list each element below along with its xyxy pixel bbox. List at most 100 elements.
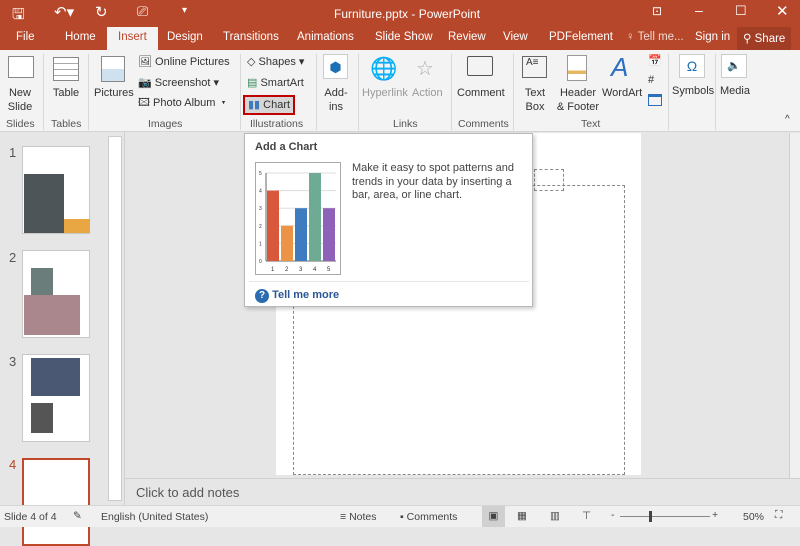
- tab-insert[interactable]: Insert: [107, 27, 158, 50]
- slide-thumbnail-4[interactable]: [22, 458, 90, 546]
- present-icon[interactable]: ⎚: [137, 3, 148, 20]
- comment-icon: ▪: [400, 511, 404, 523]
- chart-bar: [295, 208, 307, 261]
- language[interactable]: English (United States): [101, 511, 208, 523]
- screenshot-button[interactable]: 📷 Screenshot ▾: [138, 76, 219, 90]
- tab-home[interactable]: Home: [65, 31, 96, 43]
- minimize-button[interactable]: –: [695, 2, 703, 18]
- slide-number: 4: [9, 457, 17, 472]
- new-slide-icon: [8, 56, 34, 78]
- tab-slide-show[interactable]: Slide Show: [375, 31, 433, 43]
- tab-design[interactable]: Design: [167, 31, 203, 43]
- undo-icon[interactable]: ↶▾: [54, 3, 74, 21]
- notes-icon: ≡: [340, 511, 347, 523]
- sign-in-link[interactable]: Sign in: [695, 31, 730, 43]
- slideshow-icon[interactable]: ⊤: [582, 510, 591, 522]
- pictures-button[interactable]: Pictures: [94, 86, 134, 100]
- tab-pdfelement[interactable]: PDFelement: [549, 31, 613, 43]
- tab-view[interactable]: View: [503, 31, 528, 43]
- maximize-button[interactable]: ☐: [735, 3, 747, 19]
- object-icon[interactable]: [648, 94, 662, 106]
- comment-button[interactable]: Comment: [457, 86, 505, 100]
- chart-button[interactable]: ▮▮ Chart: [243, 95, 296, 115]
- slide-indicator: Slide 4 of 4: [4, 511, 57, 523]
- chart-tooltip: Add a Chart 0 1 2 3 4 5 1 2 3 4 5 Make it easy to …: [244, 133, 533, 307]
- chart-bar: [267, 190, 279, 261]
- online-pictures-button[interactable]: 🖼 Online Pictures: [138, 55, 230, 69]
- slide-scrollbar[interactable]: [789, 133, 800, 478]
- add-ins-button[interactable]: Add-ins: [320, 86, 352, 114]
- group-label-tables: Tables: [51, 118, 82, 130]
- date-time-icon[interactable]: 📅: [648, 54, 662, 67]
- close-button[interactable]: ✕: [776, 2, 789, 20]
- pictures-icon: [101, 56, 125, 82]
- symbols-button[interactable]: Symbols: [672, 84, 714, 98]
- shapes-button[interactable]: ◇ Shapes ▾: [247, 55, 304, 69]
- customize-qat-icon[interactable]: ▾: [182, 5, 187, 16]
- slide-thumbnail-1[interactable]: [22, 146, 90, 234]
- comments-toggle[interactable]: ▪ Comments: [400, 511, 457, 523]
- x-tick-label: 4: [313, 267, 317, 273]
- slide-sorter-icon[interactable]: ▦: [517, 510, 527, 522]
- tooltip-title: Add a Chart: [255, 141, 318, 153]
- wordart-icon: A: [611, 52, 629, 82]
- normal-view-icon[interactable]: ▣: [482, 506, 505, 527]
- spell-check-icon[interactable]: ✎: [73, 510, 82, 522]
- tell-me-more-link[interactable]: ? Tell me more: [255, 289, 339, 303]
- slide-number: 1: [9, 145, 17, 160]
- notes-placeholder[interactable]: Click to add notes: [136, 485, 239, 500]
- slide-thumbnail-2[interactable]: [22, 250, 90, 338]
- slide-number: 3: [9, 354, 17, 369]
- y-tick-label: 5: [259, 171, 262, 177]
- y-tick-label: 2: [259, 224, 262, 230]
- slide-number-icon[interactable]: #: [648, 74, 654, 86]
- header-footer-button[interactable]: Header & Footer: [555, 86, 601, 114]
- omega-icon: Ω: [679, 54, 705, 78]
- screenshot-icon: 📷: [138, 77, 152, 89]
- person-icon: ⚲: [743, 33, 752, 45]
- thumbnail-scrollbar[interactable]: [108, 136, 122, 501]
- window-title: Furniture.pptx - PowerPoint: [334, 7, 481, 21]
- ribbon-display-icon[interactable]: ⊡: [652, 4, 662, 18]
- group-label-slides: Slides: [6, 118, 35, 130]
- zoom-slider[interactable]: [620, 511, 710, 522]
- x-tick-label: 3: [299, 267, 303, 273]
- chart-preview: 0 1 2 3 4 5 1 2 3 4 5: [255, 162, 341, 275]
- zoom-out-button[interactable]: -: [611, 509, 615, 521]
- zoom-slider-thumb[interactable]: [649, 511, 652, 522]
- online-pictures-icon: 🖼: [138, 56, 152, 68]
- x-tick-label: 2: [285, 267, 289, 273]
- lightbulb-icon: ♀: [626, 31, 635, 43]
- slide-thumbnail-3[interactable]: [22, 354, 90, 442]
- smartart-button[interactable]: ▤ SmartArt: [247, 76, 304, 90]
- photo-album-button[interactable]: 🖾 Photo Album ▾: [138, 96, 226, 110]
- zoom-level[interactable]: 50%: [743, 511, 764, 523]
- wordart-button[interactable]: WordArt: [602, 86, 642, 100]
- y-tick-label: 4: [259, 189, 262, 195]
- y-tick-label: 0: [259, 259, 262, 265]
- header-footer-icon: [567, 55, 587, 81]
- speaker-icon: 🔈: [721, 54, 747, 78]
- tab-transitions[interactable]: Transitions: [223, 31, 279, 43]
- action-icon: ☆: [416, 58, 434, 80]
- tab-animations[interactable]: Animations: [297, 31, 354, 43]
- status-bar: Slide 4 of 4 ✎ English (United States) ≡…: [0, 505, 800, 527]
- media-button[interactable]: Media: [720, 84, 750, 98]
- tell-me-box[interactable]: ♀ Tell me...: [626, 31, 684, 43]
- tab-file[interactable]: File: [16, 31, 35, 43]
- table-button[interactable]: Table: [50, 86, 82, 100]
- notes-pane[interactable]: Click to add notes: [125, 478, 800, 505]
- notes-toggle[interactable]: ≡ Notes: [340, 511, 377, 523]
- share-button[interactable]: ⚲ Share: [737, 27, 792, 50]
- tab-review[interactable]: Review: [448, 31, 486, 43]
- reading-view-icon[interactable]: ▥: [550, 510, 560, 522]
- text-box-button[interactable]: Text Box: [518, 86, 552, 114]
- redo-icon[interactable]: ↻: [95, 3, 108, 21]
- fit-to-window-icon[interactable]: ⛶: [775, 509, 782, 522]
- save-icon[interactable]: 🖫: [12, 4, 25, 29]
- collapse-ribbon-icon[interactable]: ^: [785, 114, 790, 125]
- hyperlink-button: Hyperlink: [362, 87, 408, 99]
- zoom-in-button[interactable]: +: [712, 509, 718, 521]
- new-slide-button[interactable]: New Slide: [2, 86, 38, 114]
- group-label-text: Text: [581, 118, 601, 130]
